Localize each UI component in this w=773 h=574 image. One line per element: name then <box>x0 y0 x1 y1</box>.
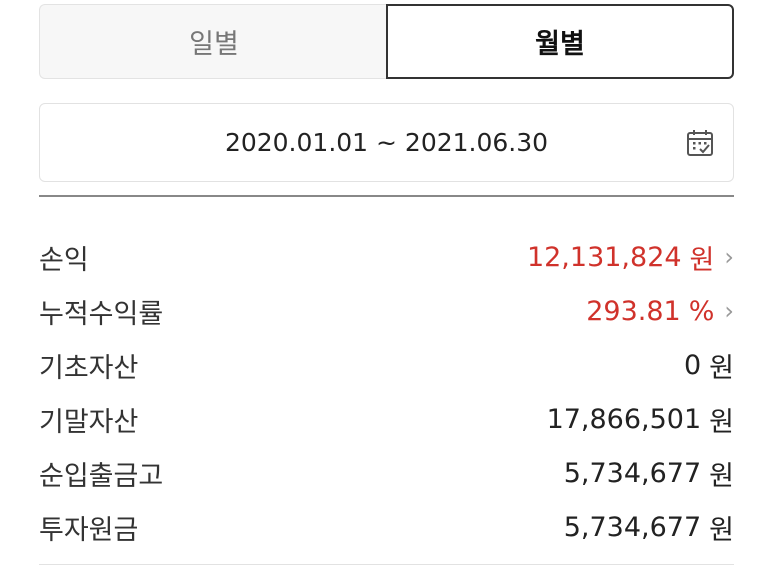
unit: 원 <box>709 406 734 438</box>
row-label: 손익 <box>39 244 89 276</box>
row-label: 기초자산 <box>39 352 139 384</box>
section-divider <box>39 195 734 197</box>
period-tabs: 일별 월별 <box>39 4 734 79</box>
ending-assets-amount: 17,866,501 <box>546 403 702 435</box>
row-cumulative-return[interactable]: 누적수익률 293.81 % › <box>39 286 734 336</box>
row-profit[interactable]: 손익 12,131,824 원 › <box>39 232 734 282</box>
row-label: 투자원금 <box>39 514 139 546</box>
row-value: 5,734,677 원 <box>564 508 734 547</box>
row-value: 293.81 % › <box>586 296 734 327</box>
net-deposits-amount: 5,734,677 <box>563 457 702 489</box>
profit-amount: 12,131,824 <box>526 241 682 273</box>
row-beginning-assets: 기초자산 0 원 <box>39 340 734 390</box>
row-label: 순입출금고 <box>39 460 164 492</box>
row-value: 5,734,677 원 <box>564 454 734 493</box>
chevron-right-icon[interactable]: › <box>724 243 734 271</box>
date-range-text: 2020.01.01 ~ 2021.06.30 <box>224 128 549 157</box>
chevron-right-icon[interactable]: › <box>724 297 734 325</box>
invested-principal-amount: 5,734,677 <box>563 511 702 543</box>
row-ending-assets: 기말자산 17,866,501 원 <box>39 394 734 444</box>
row-label: 누적수익률 <box>39 298 164 330</box>
beginning-assets-amount: 0 <box>683 349 702 381</box>
tab-daily[interactable]: 일별 <box>39 4 388 79</box>
tab-monthly[interactable]: 월별 <box>386 4 734 79</box>
return-rate: 293.81 <box>586 295 681 327</box>
row-value: 0 원 <box>684 346 734 385</box>
calendar-icon[interactable] <box>685 128 715 158</box>
row-net-deposits: 순입출금고 5,734,677 원 <box>39 448 734 498</box>
row-value: 12,131,824 원 › <box>527 238 734 277</box>
unit: 원 <box>689 244 715 276</box>
row-value: 17,866,501 원 <box>547 400 734 439</box>
unit: 원 <box>709 352 734 384</box>
date-range-picker[interactable]: 2020.01.01 ~ 2021.06.30 <box>39 103 734 182</box>
unit: % <box>688 295 715 327</box>
row-label: 기말자산 <box>39 406 139 438</box>
unit: 원 <box>709 514 734 546</box>
unit: 원 <box>709 460 734 492</box>
row-invested-principal: 투자원금 5,734,677 원 <box>39 502 734 552</box>
bottom-divider <box>39 564 734 565</box>
